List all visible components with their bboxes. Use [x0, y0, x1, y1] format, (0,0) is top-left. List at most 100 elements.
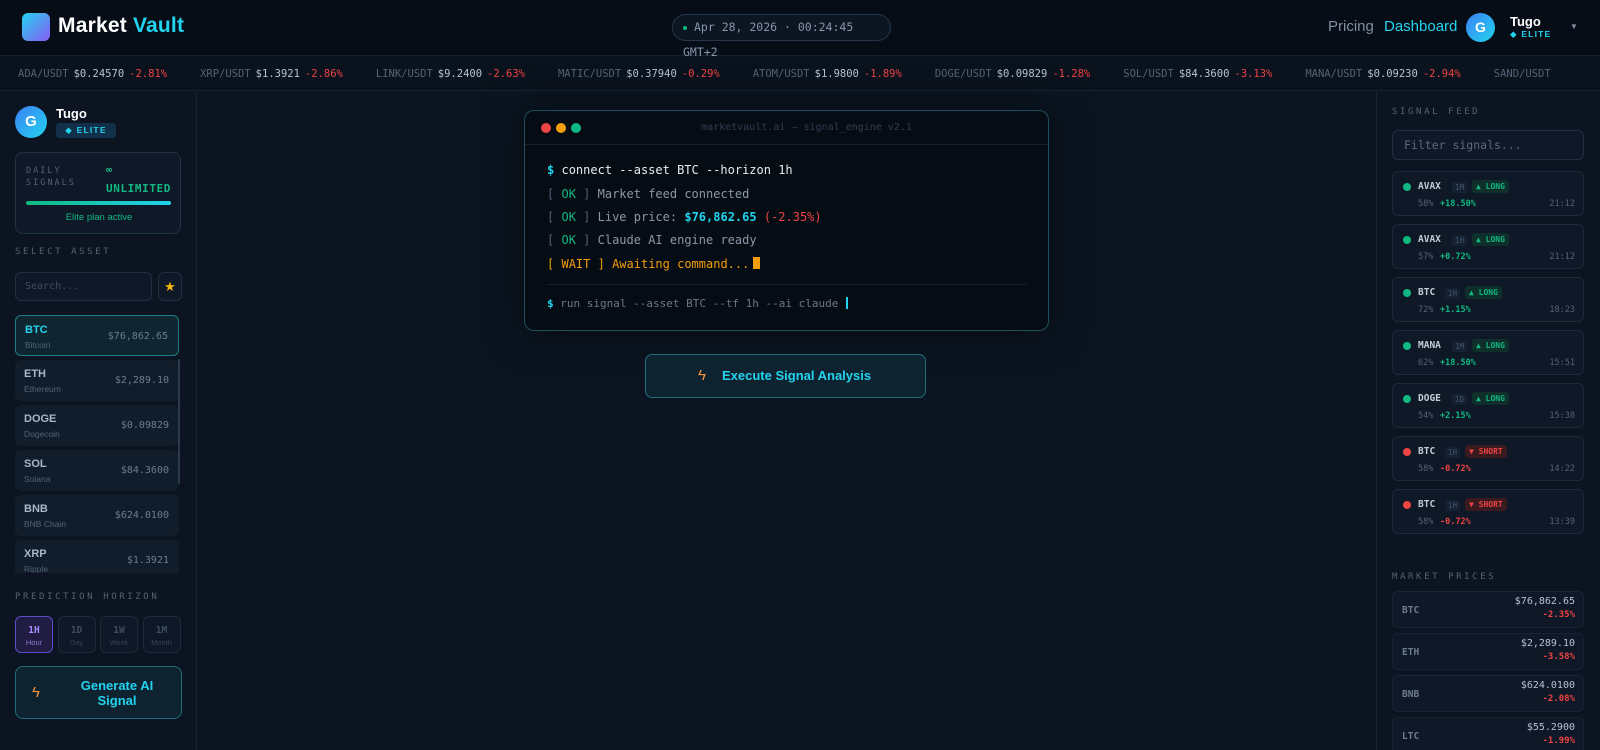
asset-search-input[interactable]: Search... — [15, 272, 152, 301]
long-status-dot-icon — [1403, 395, 1411, 403]
market-price-row[interactable]: BTC $76,862.65 -2.35% — [1392, 591, 1584, 628]
signal-change: -0.72% — [1440, 517, 1471, 527]
asset-row-doge[interactable]: DOGE Dogecoin $0.09829 — [15, 405, 179, 446]
ticker-item[interactable]: ADA/USDT $0.24570 -2.81% — [18, 57, 167, 90]
signal-direction-badge: ▲ LONG — [1472, 392, 1509, 405]
asset-price: $76,862.65 — [107, 331, 168, 342]
ok-tag: OK — [561, 187, 576, 201]
ticker-symbol: ATOM/USDT — [752, 68, 810, 80]
ticker-change: -1.28% — [1052, 68, 1091, 80]
signal-time: 18:23 — [1549, 305, 1575, 315]
asset-symbol: BTC — [25, 324, 48, 336]
brand-name-part2: Vault — [132, 14, 185, 37]
signal-card[interactable]: DOGE 1D ▲ LONG 54% +2.15% 15:38 — [1392, 383, 1584, 428]
nav-dashboard-link[interactable]: Dashboard — [1384, 18, 1457, 35]
sidebar-avatar[interactable]: G — [15, 106, 47, 138]
brand-logo[interactable]: Market Vault — [58, 14, 184, 38]
signal-direction: LONG — [1478, 288, 1498, 297]
signal-card[interactable]: BTC 1H ▼ SHORT 58% -0.72% 13:39 — [1392, 489, 1584, 534]
ticker-item[interactable]: DOGE/USDT $0.09829 -1.28% — [935, 57, 1091, 90]
ticker-change: -2.63% — [487, 68, 525, 80]
ticker-price: $0.24570 — [73, 68, 125, 80]
market-price-row[interactable]: LTC $55.2900 -1.99% — [1392, 717, 1584, 750]
ticker-price: $84.3600 — [1178, 68, 1230, 80]
asset-list[interactable]: BTC Bitcoin $76,862.65 ETH Ethereum $2,289.10… — [15, 315, 182, 573]
ticker-item[interactable]: SAND/USDT — [1494, 57, 1561, 90]
asset-price: $624.0100 — [114, 510, 169, 521]
market-change: -2.08% — [1542, 694, 1575, 704]
daily-signals-label: DAILY SIGNALS — [26, 166, 76, 188]
header-tier-badge: ◆ ELITE — [1510, 29, 1551, 40]
ticker-item[interactable]: SOL/USDT $84.3600 -3.13% — [1123, 57, 1272, 90]
horizon-selector: 1H Hour 1D Day 1W Week 1M Month — [15, 616, 182, 653]
signal-direction-badge: ▼ SHORT — [1465, 445, 1507, 458]
execute-signal-button[interactable]: ϟ Execute Signal Analysis — [645, 354, 926, 398]
command-text: connect --asset BTC --horizon 1h — [561, 163, 793, 177]
ticker-item[interactable]: ATOM/USDT $1.9800 -1.89% — [752, 57, 902, 90]
clock-text: Apr 28, 2026 · 00:24:45 GMT+2 — [683, 20, 854, 59]
signal-card[interactable]: BTC 1H ▲ LONG 72% +1.15% 18:23 — [1392, 277, 1584, 322]
horizon-option-1m[interactable]: 1M Month — [142, 616, 181, 653]
generate-signal-button[interactable]: ϟ Generate AI Signal — [15, 666, 182, 719]
terminal-command-input[interactable]: $ run signal --asset BTC --tf 1h --ai cl… — [547, 297, 849, 310]
signal-confidence: 72% — [1418, 305, 1434, 315]
ticker-change: -1.89% — [863, 68, 902, 80]
signal-time: 14:22 — [1549, 464, 1575, 474]
terminal-title: marketvault.ai — signal_engine v2.1 — [701, 122, 912, 133]
ticker-price: $0.09829 — [996, 68, 1048, 80]
ticker-change: -0.29% — [681, 68, 720, 80]
horizon-option-1w[interactable]: 1W Week — [100, 616, 138, 653]
header-username[interactable]: Tugo — [1510, 14, 1541, 29]
asset-row-bnb[interactable]: BNB BNB Chain $624.0100 — [15, 495, 179, 536]
asset-price: $1.3921 — [126, 555, 169, 566]
execute-signal-label: Execute Signal Analysis — [722, 368, 872, 383]
horizon-option-1d[interactable]: 1D Day — [57, 616, 96, 653]
horizon-sub: Day — [69, 638, 84, 647]
signal-card[interactable]: AVAX 1H ▲ LONG 57% +0.72% 21:12 — [1392, 224, 1584, 269]
ticker-item[interactable]: XRP/USDT $1.3921 -2.86% — [200, 57, 343, 90]
signal-symbol: BTC — [1418, 446, 1436, 457]
chevron-down-icon[interactable]: ▼ — [1570, 22, 1578, 31]
signal-timeframe: 1M — [1452, 182, 1468, 193]
signal-symbol: AVAX — [1418, 234, 1441, 245]
clock-pill: Apr 28, 2026 · 00:24:45 GMT+2 — [672, 14, 891, 59]
asset-symbol: SOL — [24, 458, 47, 470]
signal-timeframe: 1H — [1445, 288, 1461, 299]
live-price-value: $76,862.65 — [684, 210, 757, 224]
prompt-symbol: $ — [547, 297, 554, 310]
nav-pricing-link[interactable]: Pricing — [1328, 18, 1374, 35]
asset-row-xrp[interactable]: XRP Ripple $1.3921 — [15, 540, 179, 573]
signal-card[interactable]: AVAX 1M ▲ LONG 58% +18.50% 21:12 — [1392, 171, 1584, 216]
horizon-option-1h[interactable]: 1H Hour — [15, 616, 53, 653]
signal-timeframe: 1H — [1445, 447, 1461, 458]
ok-tag: OK — [561, 210, 576, 224]
asset-row-btc[interactable]: BTC Bitcoin $76,862.65 — [15, 315, 179, 356]
market-price-row[interactable]: ETH $2,289.10 -3.58% — [1392, 633, 1584, 670]
asset-price: $0.09829 — [120, 420, 169, 431]
signal-card[interactable]: MANA 1M ▲ LONG 62% +18.50% 15:51 — [1392, 330, 1584, 375]
signal-filter-input[interactable]: Filter signals... — [1392, 130, 1584, 160]
terminal-line-wait: [ WAIT ] Awaiting command... — [547, 257, 761, 271]
signal-card[interactable]: BTC 1H ▼ SHORT 58% -0.72% 14:22 — [1392, 436, 1584, 481]
asset-list-scrollbar[interactable] — [178, 359, 180, 484]
asset-row-eth[interactable]: ETH Ethereum $2,289.10 — [15, 360, 179, 401]
user-avatar[interactable]: G — [1466, 13, 1495, 42]
signal-symbol: AVAX — [1418, 181, 1441, 192]
logo-icon[interactable] — [22, 13, 50, 41]
terminal-divider — [547, 284, 1027, 285]
signal-change: +0.72% — [1440, 252, 1471, 262]
ticker-item[interactable]: MATIC/USDT $0.37940 -0.29% — [558, 57, 720, 90]
signal-direction: LONG — [1485, 341, 1505, 350]
ticker-item[interactable]: MANA/USDT $0.09230 -2.94% — [1305, 57, 1460, 90]
market-price-row[interactable]: BNB $624.0100 -2.08% — [1392, 675, 1584, 712]
select-asset-label: SELECT ASSET — [15, 247, 112, 257]
signal-timeframe: 1D — [1452, 394, 1468, 405]
asset-row-sol[interactable]: SOL Solana $84.3600 — [15, 450, 179, 491]
sidebar-tier-badge: ◆ ELITE — [56, 123, 116, 138]
favorites-star-icon[interactable]: ★ — [158, 272, 182, 301]
signal-direction: LONG — [1485, 235, 1505, 244]
ticker-item[interactable]: LINK/USDT $9.2400 -2.63% — [376, 57, 525, 90]
live-price-change: (-2.35%) — [763, 210, 822, 224]
arrow-down-icon: ▼ — [1469, 500, 1479, 509]
diamond-icon: ◆ — [65, 125, 74, 135]
